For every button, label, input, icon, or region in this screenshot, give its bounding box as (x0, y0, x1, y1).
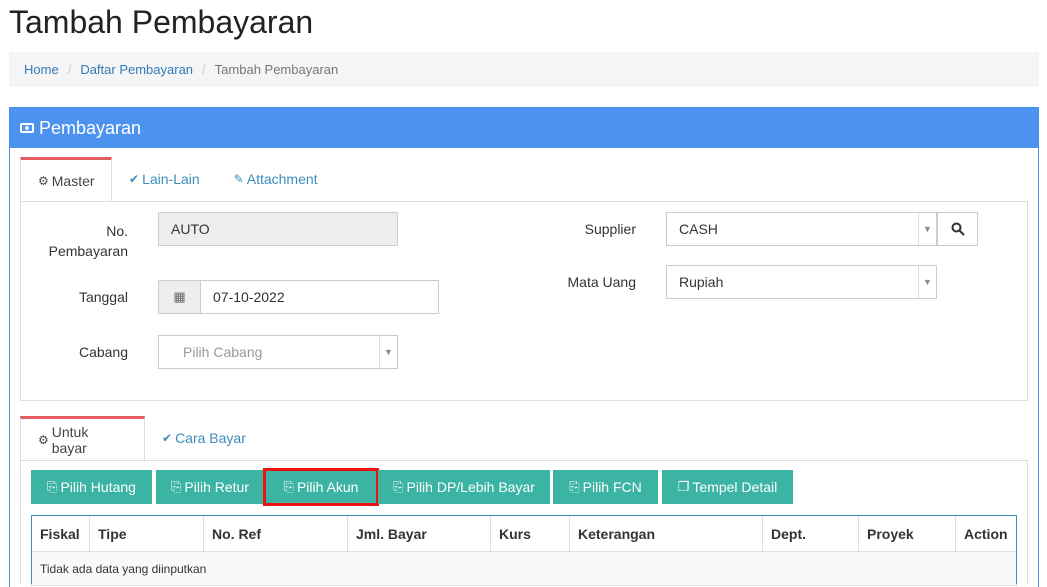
breadcrumb: Home / Daftar Pembayaran / Tambah Pembay… (9, 52, 1039, 87)
cogs-icon: ⚙ (38, 174, 49, 188)
panel-title: Pembayaran (39, 117, 142, 138)
column-header-fiskal: Fiskal (31, 515, 90, 552)
pilih-dp-button[interactable]: ⎘ Pilih DP/Lebih Bayar (378, 470, 550, 504)
breadcrumb-separator: / (67, 62, 72, 77)
copy-icon: ⎘ (171, 479, 182, 494)
empty-table-message: Tidak ada data yang diinputkan (31, 551, 1017, 586)
pilih-fcn-label: Pilih FCN (582, 479, 642, 495)
pilih-retur-label: Pilih Retur (184, 479, 249, 495)
column-header-proyek: Proyek (858, 515, 956, 552)
pilih-akun-button[interactable]: ⎘ Pilih Akun (263, 468, 379, 506)
no-pembayaran-value: AUTO (171, 221, 210, 237)
money-icon (20, 123, 34, 133)
search-icon (951, 222, 965, 236)
breadcrumb-list-link[interactable]: Daftar Pembayaran (80, 62, 193, 77)
tab-cara-bayar-label: Cara Bayar (175, 430, 246, 446)
column-header-dept: Dept. (762, 515, 859, 552)
table-row: Tidak ada data yang diinputkan (31, 551, 1017, 586)
tab-cara-bayar[interactable]: ✔ Cara Bayar (145, 416, 263, 460)
panel-heading: Pembayaran (10, 108, 1038, 148)
pilih-akun-label: Pilih Akun (296, 479, 359, 495)
column-header-no-ref: No. Ref (203, 515, 348, 552)
tab-attachment[interactable]: ✎ Attachment (217, 157, 335, 201)
mata-uang-select[interactable]: Rupiah ▼ (666, 265, 937, 299)
tab-master-label: Master (51, 173, 95, 189)
tanggal-value: 07-10-2022 (213, 289, 285, 305)
breadcrumb-separator: / (202, 62, 206, 77)
cabang-placeholder: Pilih Cabang (183, 344, 263, 360)
tab-lain-lain-label: Lain-Lain (142, 171, 200, 187)
pilih-hutang-button[interactable]: ⎘ Pilih Hutang (31, 470, 152, 504)
breadcrumb-home-link[interactable]: Home (24, 62, 59, 77)
detail-table: Fiskal Tipe No. Ref Jml. Bayar Kurs Kete… (31, 515, 1017, 586)
copy-icon: ⎘ (47, 479, 58, 494)
copy-icon: ⎘ (569, 479, 580, 494)
column-header-action: Action (955, 515, 1017, 552)
paperclip-icon: ✎ (233, 172, 244, 186)
check-circle-icon: ✔ (162, 431, 173, 445)
cabang-label: Cabang (78, 344, 128, 360)
column-header-kurs: Kurs (490, 515, 570, 552)
supplier-label: Supplier (584, 221, 636, 237)
calendar-icon[interactable]: ▦ (158, 280, 200, 314)
chevron-down-icon: ▼ (379, 336, 397, 368)
tempel-detail-button[interactable]: ❐ Tempel Detail (662, 470, 793, 504)
table-header-row: Fiskal Tipe No. Ref Jml. Bayar Kurs Kete… (31, 515, 1017, 552)
check-circle-icon: ✔ (129, 172, 140, 186)
paste-icon: ❐ (677, 479, 690, 494)
pilih-dp-label: Pilih DP/Lebih Bayar (406, 479, 535, 495)
pilih-fcn-button[interactable]: ⎘ Pilih FCN (553, 470, 658, 504)
supplier-select[interactable]: CASH ▼ (666, 212, 937, 246)
no-pembayaran-label-line2: Pembayaran (48, 243, 128, 259)
tab-untuk-bayar[interactable]: ⚙ Untuk bayar (20, 416, 145, 461)
column-header-tipe: Tipe (89, 515, 204, 552)
tempel-detail-label: Tempel Detail (692, 479, 778, 495)
column-header-jml-bayar: Jml. Bayar (347, 515, 491, 552)
copy-icon: ⎘ (283, 479, 294, 494)
tanggal-label: Tanggal (78, 289, 128, 305)
tab-lain-lain[interactable]: ✔ Lain-Lain (112, 157, 217, 201)
cabang-select[interactable]: Pilih Cabang ▼ (158, 335, 398, 369)
supplier-value: CASH (679, 221, 718, 237)
pilih-hutang-label: Pilih Hutang (60, 479, 136, 495)
page-title: Tambah Pembayaran (9, 4, 314, 40)
no-pembayaran-field: AUTO (158, 212, 398, 246)
no-pembayaran-label: No. Pembayaran (30, 221, 128, 261)
detail-tabs: ⚙ Untuk bayar ✔ Cara Bayar (20, 416, 263, 461)
tab-master[interactable]: ⚙ Master (20, 157, 112, 202)
copy-icon: ⎘ (393, 479, 404, 494)
master-tabs: ⚙ Master ✔ Lain-Lain ✎ Attachment (20, 157, 335, 202)
mata-uang-value: Rupiah (679, 274, 724, 290)
column-header-keterangan: Keterangan (569, 515, 763, 552)
chevron-down-icon: ▼ (918, 266, 936, 298)
no-pembayaran-label-line1: No. (106, 223, 128, 239)
pilih-retur-button[interactable]: ⎘ Pilih Retur (156, 470, 264, 504)
chevron-down-icon: ▼ (918, 213, 936, 245)
breadcrumb-current: Tambah Pembayaran (214, 62, 339, 77)
tanggal-input[interactable]: 07-10-2022 (200, 280, 439, 314)
tab-untuk-bayar-label: Untuk bayar (51, 424, 89, 456)
mata-uang-label: Mata Uang (567, 274, 636, 290)
tab-attachment-label: Attachment (246, 171, 318, 187)
cogs-icon: ⚙ (38, 433, 49, 447)
supplier-search-button[interactable] (937, 212, 978, 246)
